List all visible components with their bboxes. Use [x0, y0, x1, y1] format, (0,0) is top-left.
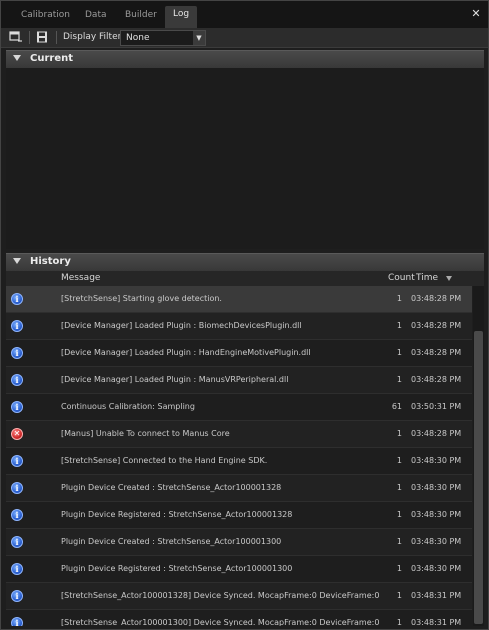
log-time: 03:48:28 PM — [411, 429, 462, 438]
info-icon: i — [11, 563, 23, 575]
info-icon: i — [11, 536, 23, 548]
log-time: 03:48:30 PM — [411, 564, 462, 573]
error-icon: ✕ — [11, 428, 23, 440]
log-row[interactable]: i [Device Manager] Loaded Plugin : Biomec… — [6, 313, 472, 340]
chevron-down-icon: ▼ — [193, 31, 205, 45]
collapse-triangle-icon — [13, 55, 21, 61]
log-message: Continuous Calibration: Sampling — [61, 402, 195, 411]
tab-calibration[interactable]: Calibration — [13, 7, 78, 28]
log-message: Plugin Device Registered : StretchSense_… — [61, 564, 293, 573]
info-icon: i — [11, 293, 23, 305]
log-row[interactable]: i [StretchSense_Actor100001328] Device Sy… — [6, 583, 472, 610]
log-count: 1 — [396, 564, 402, 573]
log-time: 03:48:30 PM — [411, 510, 462, 519]
info-icon: i — [11, 482, 23, 494]
log-row[interactable]: i Plugin Device Created : StretchSense_Ac… — [6, 475, 472, 502]
log-count: 1 — [396, 348, 402, 357]
log-count: 1 — [396, 429, 402, 438]
log-time: 03:48:31 PM — [411, 591, 462, 600]
log-time: 03:48:30 PM — [411, 456, 462, 465]
log-row[interactable]: i [StretchSense] Connected to the Hand En… — [6, 448, 472, 475]
log-count: 1 — [396, 321, 402, 330]
column-header-count[interactable]: Count — [388, 273, 415, 283]
log-message: [StretchSense] Starting glove detection. — [61, 294, 222, 303]
tab-data[interactable]: Data — [77, 7, 115, 28]
info-icon: i — [11, 509, 23, 521]
log-row[interactable]: i [StretchSense_Actor100001300] Device Sy… — [6, 610, 472, 626]
info-icon: i — [11, 347, 23, 359]
log-row[interactable]: i [Device Manager] Loaded Plugin : ManusV… — [6, 367, 472, 394]
save-log-icon[interactable] — [35, 31, 49, 43]
log-message: [Device Manager] Loaded Plugin : HandEng… — [61, 348, 311, 357]
log-message: [Manus] Unable To connect to Manus Core — [61, 429, 230, 438]
history-table-header: Message Count Time — [6, 271, 484, 286]
close-icon[interactable]: ✕ — [470, 8, 482, 20]
log-row[interactable]: i Plugin Device Created : StretchSense_Ac… — [6, 529, 472, 556]
current-section-header[interactable]: Current — [6, 50, 484, 68]
log-time: 03:48:28 PM — [411, 321, 462, 330]
info-icon: i — [11, 374, 23, 386]
tab-bar: Calibration Data Builder Log ✕ — [1, 1, 488, 29]
log-count: 1 — [396, 591, 402, 600]
history-section-title: History — [30, 256, 71, 267]
info-icon: i — [11, 455, 23, 467]
log-message: [StretchSense_Actor100001300] Device Syn… — [61, 618, 380, 626]
display-filter-select[interactable]: None ▼ — [120, 30, 206, 46]
tab-log[interactable]: Log — [165, 6, 198, 28]
log-message: Plugin Device Created : StretchSense_Act… — [61, 483, 282, 492]
column-header-time[interactable]: Time — [416, 273, 438, 283]
log-count: 1 — [396, 510, 402, 519]
log-count: 1 — [396, 375, 402, 384]
clear-log-icon[interactable] — [9, 31, 23, 43]
log-time: 03:48:30 PM — [411, 537, 462, 546]
log-time: 03:48:31 PM — [411, 618, 462, 626]
log-message: Plugin Device Created : StretchSense_Act… — [61, 537, 282, 546]
log-count: 1 — [396, 618, 402, 626]
log-row[interactable]: i [StretchSense] Starting glove detection… — [6, 286, 472, 313]
log-window: Calibration Data Builder Log ✕ Display F… — [0, 0, 489, 630]
log-count: 1 — [396, 537, 402, 546]
log-time: 03:48:28 PM — [411, 348, 462, 357]
log-toolbar: Display Filter : None ▼ — [1, 28, 488, 48]
display-filter-label: Display Filter : — [63, 32, 128, 42]
log-time: 03:48:28 PM — [411, 294, 462, 303]
info-icon: i — [11, 401, 23, 413]
info-icon: i — [11, 320, 23, 332]
log-message: Plugin Device Registered : StretchSense_… — [61, 510, 293, 519]
current-log-panel — [6, 68, 484, 249]
log-message: [StretchSense_Actor100001328] Device Syn… — [61, 591, 380, 600]
tab-builder[interactable]: Builder — [117, 7, 165, 28]
toolbar-divider — [56, 31, 57, 44]
log-time: 03:48:30 PM — [411, 483, 462, 492]
history-table-body: i [StretchSense] Starting glove detection… — [6, 286, 472, 626]
log-row[interactable]: ✕ [Manus] Unable To connect to Manus Core… — [6, 421, 472, 448]
log-count: 61 — [391, 402, 402, 411]
column-header-message[interactable]: Message — [61, 273, 100, 283]
log-row[interactable]: i [Device Manager] Loaded Plugin : HandEn… — [6, 340, 472, 367]
sort-descending-icon[interactable] — [446, 276, 452, 281]
current-section-title: Current — [30, 53, 74, 64]
collapse-triangle-icon — [13, 258, 21, 264]
log-count: 1 — [396, 294, 402, 303]
history-scrollbar[interactable] — [473, 286, 484, 626]
info-icon: i — [11, 590, 23, 602]
info-icon: i — [11, 617, 23, 626]
toolbar-divider — [29, 31, 30, 44]
history-section-header[interactable]: History — [6, 253, 484, 271]
display-filter-value: None — [126, 33, 150, 43]
log-time: 03:50:31 PM — [411, 402, 462, 411]
log-message: [Device Manager] Loaded Plugin : Biomech… — [61, 321, 302, 330]
log-row[interactable]: i Continuous Calibration: Sampling 61 03:50… — [6, 394, 472, 421]
log-message: [StretchSense] Connected to the Hand Eng… — [61, 456, 268, 465]
log-count: 1 — [396, 483, 402, 492]
log-message: [Device Manager] Loaded Plugin : ManusVR… — [61, 375, 289, 384]
log-row[interactable]: i Plugin Device Registered : StretchSense… — [6, 502, 472, 529]
log-row[interactable]: i Plugin Device Registered : StretchSense… — [6, 556, 472, 583]
scrollbar-thumb[interactable] — [474, 331, 483, 624]
log-count: 1 — [396, 456, 402, 465]
log-time: 03:48:28 PM — [411, 375, 462, 384]
